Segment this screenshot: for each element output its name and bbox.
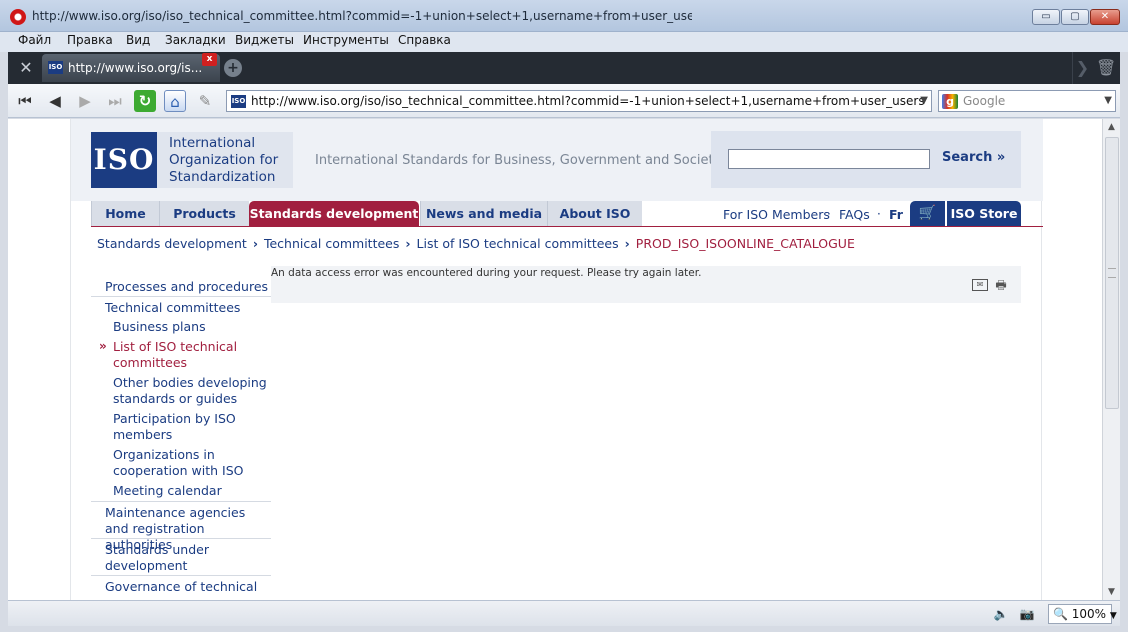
main-navigation: Home Products Standards development News… [91, 201, 1043, 227]
menu-widgets[interactable]: Виджеты [235, 33, 294, 47]
new-tab-icon[interactable]: + [224, 59, 242, 77]
breadcrumb-separator-icon: › [252, 236, 258, 251]
logo-block[interactable]: ISO International Organization for Stand… [91, 132, 293, 188]
scroll-up-icon[interactable]: ▲ [1103, 119, 1120, 135]
google-icon: g [942, 94, 958, 109]
site-search-button[interactable]: Search » [942, 150, 1005, 165]
address-bar[interactable]: ISO http://www.iso.org/iso/iso_technical… [226, 90, 932, 112]
back-icon[interactable]: ◀ [44, 90, 66, 112]
email-icon[interactable]: ✉ [972, 279, 988, 291]
menu-tools[interactable]: Инструменты [303, 33, 389, 47]
zoom-dropdown-icon[interactable]: ▼ [1110, 611, 1117, 621]
search-engine-dropdown-icon[interactable]: ▼ [1104, 95, 1112, 106]
zoom-control[interactable]: 🔍 100% ▼ [1048, 604, 1117, 624]
iso-logo[interactable]: ISO [91, 132, 157, 188]
status-bar: 🔈 📷 🔍 100% ▼ [8, 600, 1120, 626]
site-tagline: International Standards for Business, Go… [315, 153, 722, 168]
site-search-input[interactable] [728, 149, 930, 169]
nav-news-and-media[interactable]: News and media [420, 201, 547, 226]
scroll-down-icon[interactable]: ▼ [1103, 584, 1120, 600]
tab-bar: ✕ ISO http://www.iso.org/is... x + ❯ 🗑 [8, 52, 1120, 84]
navigation-toolbar: ⏮ ◀ ▶ ⏭ ↻ ⌂ ✎ ISO http://www.iso.org/iso… [8, 84, 1120, 118]
nav-products[interactable]: Products [159, 201, 249, 226]
fast-forward-icon[interactable]: ⏭ [104, 90, 126, 112]
chevrons-icon: » [996, 150, 1006, 165]
site-header: ISO International Organization for Stand… [71, 119, 1043, 201]
minimize-icon[interactable]: ▭ [1032, 9, 1060, 25]
tools-icon[interactable]: ✕ [16, 58, 36, 78]
maximize-icon[interactable]: ▢ [1061, 9, 1089, 25]
menu-edit[interactable]: Правка [67, 33, 113, 47]
speaker-icon[interactable]: 🔈 [992, 605, 1010, 623]
menu-view[interactable]: Вид [126, 33, 150, 47]
breadcrumb-list-committees[interactable]: List of ISO technical committees [417, 236, 619, 251]
address-dropdown-icon[interactable]: ▼ [920, 95, 928, 106]
page-viewport: ISO International Organization for Stand… [8, 119, 1102, 600]
breadcrumb-current: PROD_ISO_ISOONLINE_CATALOGUE [635, 236, 855, 251]
sidebar-item-business-plans[interactable]: Business plans [91, 319, 271, 335]
wand-icon[interactable]: ✎ [194, 90, 216, 112]
menu-bookmarks[interactable]: Закладки [165, 33, 226, 47]
iso-store-link[interactable]: ISO Store [947, 201, 1021, 226]
sidebar-item-processes[interactable]: Processes and procedures [91, 277, 271, 295]
sidebar-item-organizations[interactable]: Organizations in cooperation with ISO [91, 447, 271, 479]
breadcrumb-separator-icon: › [405, 236, 411, 251]
content-panel: An data access error was encountered dur… [271, 266, 1021, 303]
close-window-icon[interactable]: ✕ [1090, 9, 1120, 25]
breadcrumb-separator-icon: › [624, 236, 630, 251]
menu-bar: Файл Правка Вид Закладки Виджеты Инструм… [0, 32, 1128, 52]
nav-about-iso[interactable]: About ISO [547, 201, 642, 226]
breadcrumb-technical-committees[interactable]: Technical committees [264, 236, 399, 251]
nav-standards-development[interactable]: Standards development [249, 201, 419, 226]
sidebar-item-other-bodies[interactable]: Other bodies developing standards or gui… [91, 375, 271, 407]
nav-separator: · [827, 207, 831, 221]
error-message: An data access error was encountered dur… [271, 267, 702, 279]
iso-page: ISO International Organization for Stand… [70, 119, 1043, 600]
scroll-grip [1108, 268, 1116, 278]
scroll-thumb[interactable] [1105, 137, 1119, 409]
camera-icon[interactable]: 📷 [1018, 605, 1036, 623]
breadcrumb-standards-development[interactable]: Standards development [97, 236, 247, 251]
browser-tab[interactable]: ISO http://www.iso.org/is... x [42, 53, 220, 82]
address-favicon-icon: ISO [231, 95, 246, 108]
print-icon[interactable]: 🖶 [993, 278, 1009, 292]
reload-icon[interactable]: ↻ [134, 90, 156, 112]
sidebar-item-governance[interactable]: Governance of technical [91, 575, 271, 595]
search-label: Search [942, 150, 993, 165]
sidebar-item-under-development[interactable]: Standards under development [91, 538, 271, 574]
address-url[interactable]: http://www.iso.org/iso/iso_technical_com… [251, 94, 925, 108]
web-search-field[interactable]: g Google ▼ [938, 90, 1116, 112]
trash-icon[interactable]: 🗑 [1096, 58, 1116, 78]
french-link[interactable]: Fr [889, 207, 903, 222]
site-search: Search » [711, 131, 1021, 188]
opera-logo-icon[interactable] [10, 9, 26, 25]
sidebar-item-technical-committees[interactable]: Technical committees [91, 296, 271, 316]
zoom-icon: 🔍 [1053, 607, 1068, 621]
rewind-icon[interactable]: ⏮ [14, 90, 36, 112]
window-title: http://www.iso.org/iso/iso_technical_com… [32, 9, 692, 23]
vertical-scrollbar[interactable]: ▲ ▼ [1102, 119, 1120, 600]
menu-file[interactable]: Файл [18, 33, 51, 47]
forward-icon[interactable]: ▶ [74, 90, 96, 112]
window-title-bar: http://www.iso.org/iso/iso_technical_com… [0, 0, 1128, 32]
breadcrumb: Standards development › Technical committe… [97, 236, 997, 251]
menu-help[interactable]: Справка [398, 33, 451, 47]
sidebar-item-meeting-calendar[interactable]: Meeting calendar [91, 483, 271, 499]
home-icon[interactable]: ⌂ [164, 90, 186, 112]
organization-name: International Organization for Standardi… [169, 135, 279, 185]
zoom-level: 100% [1071, 607, 1107, 621]
cart-icon[interactable]: 🛒 [910, 201, 945, 226]
for-iso-members-link[interactable]: For ISO Members [723, 207, 830, 222]
nav-separator: · [877, 207, 881, 221]
tab-scroll-icon[interactable]: ❯ [1072, 52, 1092, 84]
close-tab-icon[interactable]: x [202, 53, 217, 66]
nav-home[interactable]: Home [91, 201, 159, 226]
tab-title: http://www.iso.org/is... [68, 61, 203, 75]
sidebar-item-participation[interactable]: Participation by ISO members [91, 411, 271, 443]
iso-favicon-icon: ISO [48, 61, 63, 74]
web-search-placeholder[interactable]: Google [963, 94, 1005, 108]
faqs-link[interactable]: FAQs [839, 207, 870, 222]
sidebar-item-list-committees[interactable]: List of ISO technical committees [91, 339, 271, 371]
